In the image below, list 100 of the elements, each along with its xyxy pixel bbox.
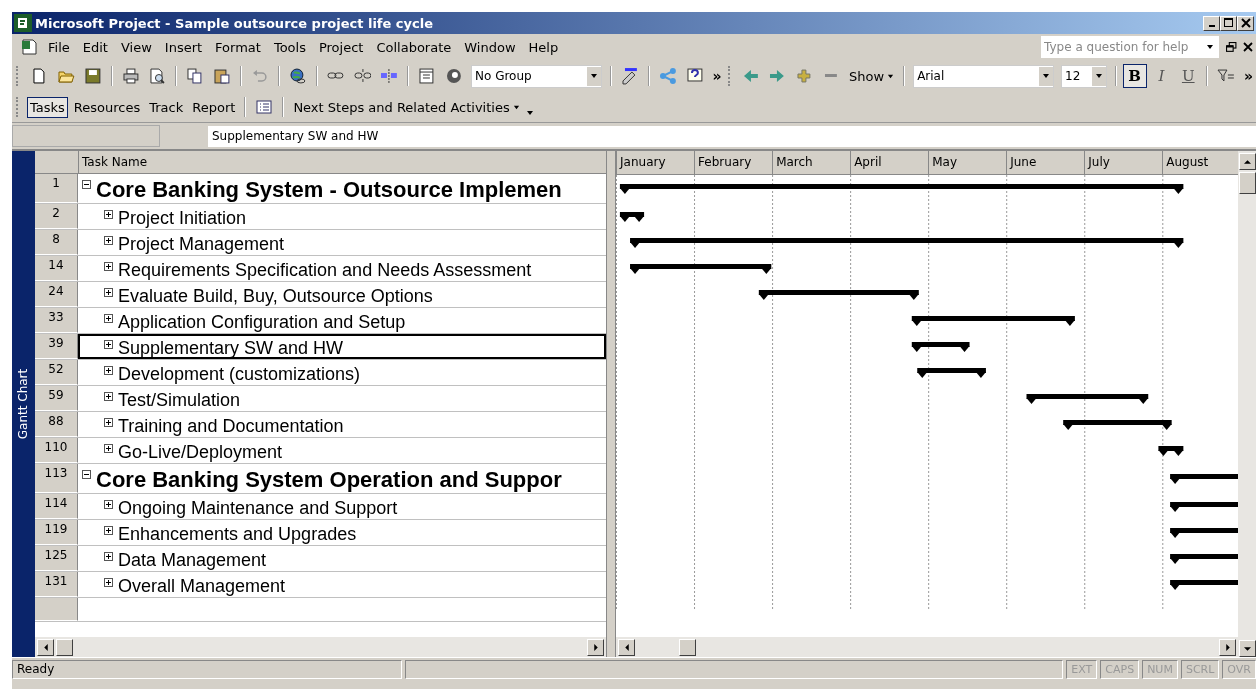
collapse-icon[interactable] <box>82 470 91 479</box>
task-bar[interactable] <box>1170 528 1239 538</box>
minimize-button[interactable] <box>1203 15 1220 31</box>
document-icon[interactable] <box>20 38 38 56</box>
copy-icon[interactable] <box>186 67 205 85</box>
show-menu-button[interactable]: Show <box>846 68 898 84</box>
row-number[interactable]: 1 <box>35 174 78 203</box>
menu-item[interactable]: Format <box>215 39 261 55</box>
menu-item[interactable]: View <box>120 39 152 55</box>
task-bar[interactable] <box>1170 554 1239 564</box>
menu-item[interactable]: File <box>48 39 70 55</box>
toolbar-overflow-button[interactable]: » <box>1241 68 1256 84</box>
gear-icon[interactable] <box>445 67 463 85</box>
expand-icon[interactable] <box>104 236 113 245</box>
expand-icon[interactable] <box>104 288 113 297</box>
menu-item[interactable]: Edit <box>82 39 108 55</box>
expand-icon[interactable] <box>104 314 113 323</box>
menu-item[interactable]: Tools <box>273 39 306 55</box>
task-bar[interactable] <box>911 316 1075 326</box>
row-number[interactable]: 39 <box>35 334 78 359</box>
format-button[interactable]: B <box>1122 64 1147 88</box>
expand-icon[interactable] <box>104 500 113 509</box>
summary-bar[interactable] <box>619 184 1184 194</box>
horizontal-scrollbar[interactable] <box>35 637 607 657</box>
task-name-cell[interactable]: Overall Management <box>78 572 607 597</box>
new-document-icon[interactable] <box>30 67 48 85</box>
menu-item[interactable]: Collaborate <box>376 39 452 55</box>
guide-button[interactable]: Report <box>189 96 239 118</box>
guide-button[interactable]: Resources <box>70 96 144 118</box>
row-number[interactable]: 113 <box>35 464 78 493</box>
task-bar[interactable] <box>1063 420 1172 430</box>
task-bar[interactable] <box>619 212 645 222</box>
restore-button[interactable] <box>1223 41 1240 53</box>
print-preview-icon[interactable] <box>148 67 167 85</box>
row-number[interactable]: 14 <box>35 256 78 281</box>
task-bar[interactable] <box>1026 394 1149 404</box>
scroll-up-button[interactable] <box>1238 153 1256 170</box>
scroll-left-button[interactable] <box>37 638 54 656</box>
task-name-cell[interactable]: Training and Documentation <box>78 412 607 437</box>
vertical-scrollbar[interactable] <box>1238 151 1256 657</box>
horizontal-scrollbar[interactable] <box>616 637 1239 657</box>
scroll-thumb[interactable] <box>679 638 697 656</box>
row-header[interactable] <box>35 598 78 621</box>
task-bar[interactable] <box>630 264 772 274</box>
notes-icon[interactable] <box>418 67 437 85</box>
summary-bar[interactable] <box>1170 474 1239 484</box>
task-bar[interactable] <box>630 238 1184 248</box>
row-number[interactable]: 114 <box>35 494 78 519</box>
format-button[interactable]: U <box>1176 64 1201 88</box>
task-name-cell[interactable]: Requirements Specification and Needs Assessment <box>78 256 607 281</box>
task-name-cell[interactable]: Project Management <box>78 230 607 255</box>
row-number[interactable]: 2 <box>35 204 78 229</box>
expand-icon[interactable] <box>104 418 113 427</box>
task-name-cell[interactable]: Core Banking System - Outsource Implemen <box>78 174 607 203</box>
entry-field[interactable]: Supplementary SW and HW <box>208 125 1256 147</box>
task-name-cell[interactable]: Application Configuration and Setup <box>78 308 607 333</box>
row-number[interactable]: 33 <box>35 308 78 333</box>
menu-item[interactable]: Window <box>464 39 516 55</box>
task-name-cell[interactable]: Data Management <box>78 546 607 571</box>
group-select[interactable]: No Group <box>471 64 602 88</box>
task-name-cell[interactable]: Enhancements and Upgrades <box>78 520 607 545</box>
expand-icon[interactable] <box>104 578 113 587</box>
task-bar[interactable] <box>758 290 919 300</box>
task-bar[interactable] <box>1170 502 1239 512</box>
scroll-thumb[interactable] <box>1238 172 1256 194</box>
expand-icon[interactable] <box>104 366 113 375</box>
task-bar[interactable] <box>911 342 970 352</box>
scroll-down-button[interactable] <box>1238 640 1256 657</box>
row-number[interactable]: 110 <box>35 438 78 463</box>
help-icon[interactable] <box>685 67 704 85</box>
expand-icon[interactable] <box>104 526 113 535</box>
print-icon[interactable] <box>121 67 140 85</box>
close-button[interactable] <box>1237 15 1254 31</box>
collapse-icon[interactable] <box>82 180 91 189</box>
paste-icon[interactable] <box>213 67 231 85</box>
task-name-cell[interactable]: Evaluate Build, Buy, Outsource Options <box>78 282 607 307</box>
row-number[interactable]: 131 <box>35 572 78 597</box>
scroll-right-button[interactable] <box>587 638 605 656</box>
row-number[interactable]: 59 <box>35 386 78 411</box>
maximize-button[interactable] <box>1220 15 1237 31</box>
toolbar-overflow-button[interactable]: » <box>709 68 725 84</box>
save-icon[interactable] <box>83 67 102 85</box>
help-search-field[interactable]: Type a question for help <box>1041 36 1219 58</box>
row-number[interactable]: 24 <box>35 282 78 307</box>
task-name-cell[interactable]: Go-Live/Deployment <box>78 438 607 463</box>
expand-icon[interactable] <box>104 340 113 349</box>
menu-item[interactable]: Insert <box>164 39 203 55</box>
task-name-cell[interactable]: Test/Simulation <box>78 386 607 411</box>
close-document-button[interactable] <box>1240 42 1256 52</box>
unlink-icon[interactable] <box>353 67 372 85</box>
expand-icon[interactable] <box>104 552 113 561</box>
guide-button[interactable]: Track <box>146 96 187 118</box>
guide-button[interactable]: Tasks <box>27 96 68 118</box>
task-name-cell[interactable]: Development (customizations) <box>78 360 607 385</box>
menu-item[interactable]: Project <box>318 39 364 55</box>
expand-icon[interactable] <box>104 262 113 271</box>
row-number[interactable]: 125 <box>35 546 78 571</box>
font-select[interactable]: Arial <box>913 64 1055 88</box>
next-steps-menu[interactable]: Next Steps and Related Activities <box>290 99 523 115</box>
task-name-cell[interactable]: Core Banking System Operation and Suppor <box>78 464 607 493</box>
